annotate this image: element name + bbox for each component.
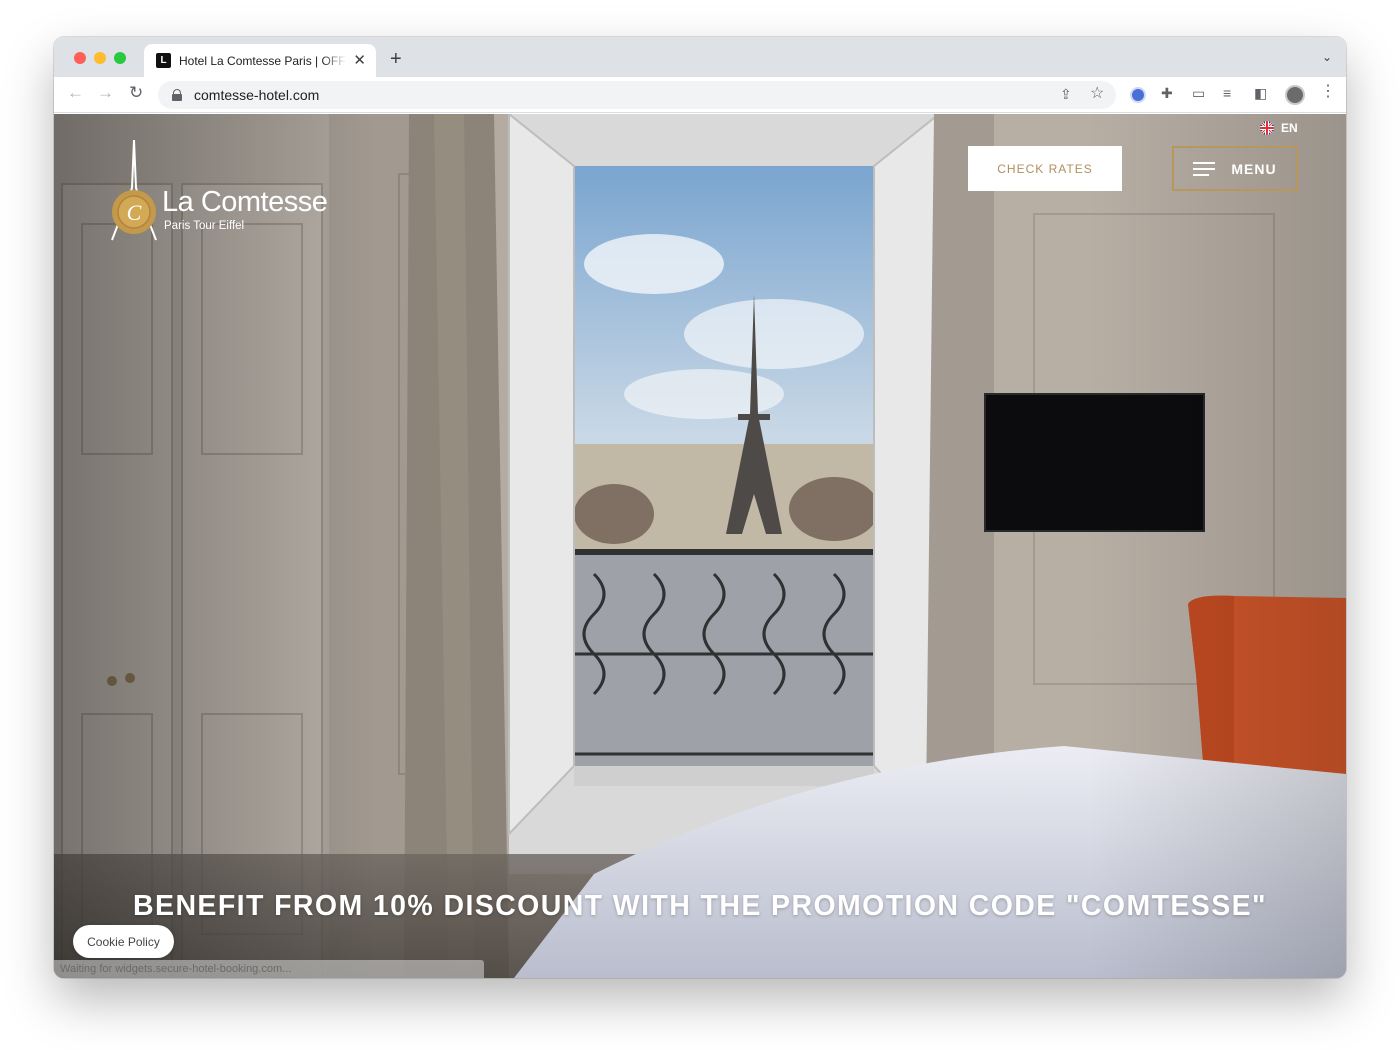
cookie-policy-button[interactable]: Cookie Policy: [73, 925, 174, 958]
seal-letter: C: [127, 200, 142, 225]
kebab-menu-icon[interactable]: ⋮: [1320, 84, 1336, 100]
lock-icon[interactable]: [172, 89, 182, 101]
cast-icon[interactable]: ▭: [1192, 86, 1205, 100]
logo-wordmark: La Comtesse: [162, 186, 328, 218]
tab-title: Hotel La Comtesse Paris | OFFICIAL SITE: [179, 53, 348, 68]
address-bar[interactable]: comtesse-hotel.com ⇪ ☆: [158, 81, 1116, 109]
back-arrow-icon[interactable]: ←: [67, 84, 84, 101]
tab-strip: L Hotel La Comtesse Paris | OFFICIAL SIT…: [54, 37, 1346, 77]
promo-banner-text: BENEFIT FROM 10% DISCOUNT WITH THE PROMO…: [133, 890, 1267, 922]
check-rates-button[interactable]: CHECK RATES: [968, 146, 1122, 191]
hotel-logo[interactable]: C La Comtesse Paris Tour Eiffel: [102, 138, 342, 248]
language-label: EN: [1281, 121, 1298, 135]
menu-label: MENU: [1231, 160, 1277, 177]
page-viewport: C La Comtesse Paris Tour Eiffel EN CHECK…: [54, 114, 1346, 978]
minimize-window-button[interactable]: [94, 52, 106, 64]
browser-toolbar: ← → ↻ comtesse-hotel.com ⇪ ☆ ✚ ▭ ≡ ◧ ⋮: [54, 77, 1346, 113]
profile-avatar[interactable]: [1285, 85, 1305, 105]
tab-search-chevron-icon[interactable]: ⌄: [1322, 50, 1332, 64]
new-tab-button[interactable]: +: [390, 49, 402, 69]
browser-window: L Hotel La Comtesse Paris | OFFICIAL SIT…: [54, 37, 1346, 978]
close-window-button[interactable]: [74, 52, 86, 64]
extensions-puzzle-icon[interactable]: ✚: [1161, 86, 1173, 100]
hamburger-icon: [1193, 161, 1216, 176]
reload-icon[interactable]: ↻: [129, 84, 143, 101]
status-bar: Waiting for widgets.secure-hotel-booking…: [54, 960, 484, 978]
uk-flag-icon: [1260, 121, 1274, 135]
url-text[interactable]: comtesse-hotel.com: [194, 87, 319, 103]
forward-arrow-icon[interactable]: →: [97, 84, 114, 101]
side-panel-icon[interactable]: ◧: [1254, 86, 1267, 100]
share-icon[interactable]: ⇪: [1060, 87, 1072, 101]
zoom-window-button[interactable]: [114, 52, 126, 64]
menu-button[interactable]: MENU: [1172, 146, 1298, 191]
close-tab-icon[interactable]: ✕: [353, 53, 366, 68]
language-selector[interactable]: EN: [1260, 121, 1298, 135]
extension-shield-icon[interactable]: [1130, 87, 1146, 103]
logo-tagline: Paris Tour Eiffel: [164, 220, 245, 232]
site-favicon-icon: L: [156, 53, 171, 68]
bookmark-star-icon[interactable]: ☆: [1090, 86, 1104, 102]
tab-active[interactable]: L Hotel La Comtesse Paris | OFFICIAL SIT…: [144, 44, 376, 77]
media-controls-icon[interactable]: ≡: [1223, 86, 1231, 100]
